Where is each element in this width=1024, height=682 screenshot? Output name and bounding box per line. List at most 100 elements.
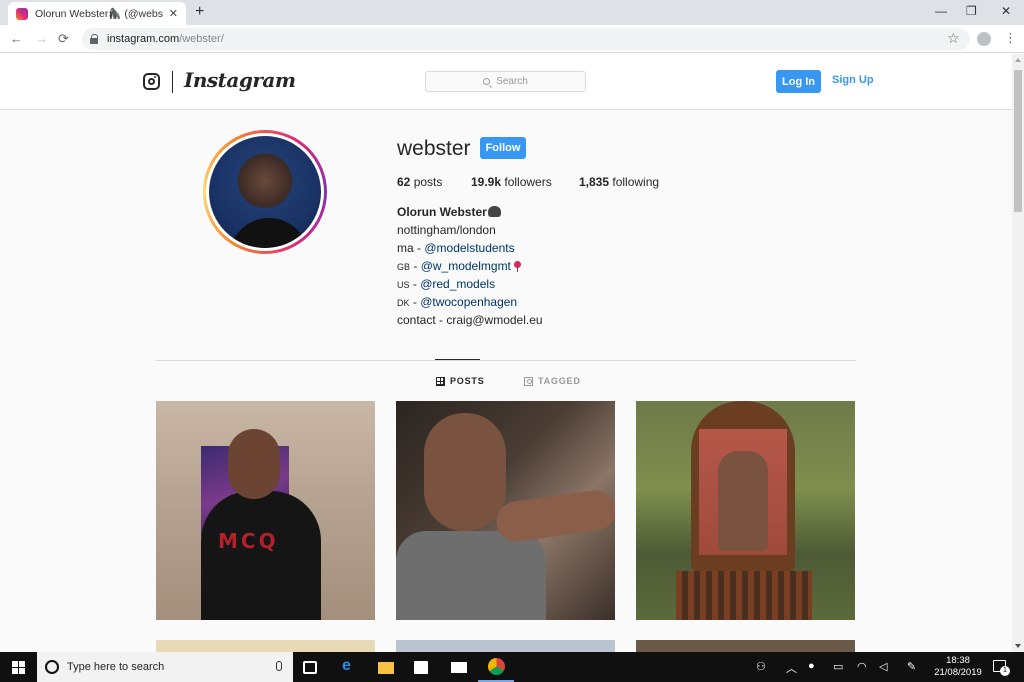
browser-profile-icon[interactable]: [977, 32, 991, 46]
post-thumbnail[interactable]: [156, 640, 375, 652]
clock-date: 21/08/2019: [934, 667, 982, 678]
post-chair: [676, 571, 812, 620]
post-shirt-text: MCQ: [218, 529, 279, 553]
bio-prefix: ma -: [397, 241, 425, 255]
profile-full-name: Olorun Webster: [397, 205, 501, 219]
file-explorer-icon[interactable]: [378, 662, 394, 674]
posts-label: posts: [413, 175, 443, 189]
bio-agency-gb: GB - @w_modelmgmt: [397, 259, 521, 273]
notification-count: 1: [1000, 666, 1010, 676]
search-placeholder: Search: [496, 76, 528, 87]
bio-agency-us: US - @red_models: [397, 277, 495, 291]
windows-taskbar: Type here to search e ⚇ ︿ ● ▭ ◠ ◁ ✎ 18:3…: [0, 652, 1024, 682]
tab-title: Olorun Webster🦍 (@webster) •: [35, 8, 163, 20]
mention-w-modelmgmt[interactable]: @w_modelmgmt: [421, 259, 511, 273]
flag-gb: GB: [397, 262, 411, 272]
tab-close-icon[interactable]: ✕: [169, 7, 178, 20]
edge-icon[interactable]: e: [342, 657, 358, 674]
windows-start-icon[interactable]: [12, 661, 25, 674]
url-path: /webster/: [179, 33, 224, 45]
scroll-up-icon[interactable]: [1015, 58, 1021, 62]
posts-count-stat: 62 posts: [397, 175, 442, 189]
mail-icon[interactable]: [451, 662, 467, 673]
posts-count: 62: [397, 175, 411, 189]
bio-separator: -: [410, 259, 421, 273]
browser-toolbar: ← → ⟳ instagram.com/webster/ ☆ ⋮: [0, 25, 1024, 53]
post-thumbnail[interactable]: [636, 640, 855, 652]
profile-avatar[interactable]: [203, 130, 327, 254]
pin-icon: [513, 261, 521, 272]
bio-location: nottingham/london: [397, 223, 496, 237]
tray-chevron-icon[interactable]: ︿: [786, 660, 797, 676]
browser-tab[interactable]: Olorun Webster🦍 (@webster) • ✕: [8, 2, 186, 25]
browser-menu-icon[interactable]: ⋮: [1004, 30, 1017, 46]
chrome-icon[interactable]: [488, 658, 505, 675]
wifi-icon[interactable]: ◠: [857, 660, 867, 673]
tab-tagged[interactable]: TAGGED: [524, 376, 581, 386]
post-thumbnail[interactable]: [636, 401, 855, 620]
store-icon[interactable]: [414, 661, 428, 674]
scroll-down-icon[interactable]: [1015, 644, 1021, 648]
url-host: instagram.com: [107, 33, 180, 45]
post-thumbnail[interactable]: [396, 401, 615, 620]
scroll-thumb[interactable]: [1014, 70, 1022, 212]
tray-app-icon[interactable]: ●: [808, 660, 815, 672]
bio-agency-dk: DK - @twocopenhagen: [397, 295, 517, 309]
full-name-text: Olorun Webster: [397, 205, 487, 219]
close-window-icon[interactable]: ✕: [1001, 4, 1011, 18]
instagram-camera-icon[interactable]: [143, 73, 160, 90]
bio-contact: contact - craig@wmodel.eu: [397, 313, 543, 327]
taskbar-search-input[interactable]: Type here to search: [37, 652, 293, 682]
restore-icon[interactable]: ❐: [966, 4, 977, 18]
forward-icon[interactable]: →: [35, 31, 48, 46]
followers-label: followers: [504, 175, 552, 189]
page-scrollbar[interactable]: [1012, 54, 1024, 652]
mention-twocopenhagen[interactable]: @twocopenhagen: [420, 295, 517, 309]
battery-icon[interactable]: ▭: [833, 660, 843, 673]
followers-count: 19.9k: [471, 175, 502, 189]
following-count: 1,835: [579, 175, 610, 189]
follow-button[interactable]: Follow: [480, 137, 526, 159]
flag-dk: DK: [397, 298, 410, 308]
new-tab-button[interactable]: +: [195, 3, 204, 21]
post-thumbnail[interactable]: MCQ: [156, 401, 375, 620]
bookmark-star-icon[interactable]: ☆: [947, 30, 960, 47]
volume-icon[interactable]: ◁: [879, 660, 887, 673]
task-view-icon[interactable]: [303, 661, 317, 674]
post-body: [396, 531, 546, 620]
following-stat[interactable]: 1,835 following: [579, 175, 659, 189]
tab-posts-label: POSTS: [450, 376, 485, 386]
tagged-icon: [524, 376, 533, 386]
instagram-wordmark[interactable]: Instagram: [184, 68, 296, 92]
flag-us: US: [397, 280, 410, 290]
minimize-icon[interactable]: —: [935, 4, 947, 18]
people-icon[interactable]: ⚇: [756, 660, 766, 673]
address-bar[interactable]: instagram.com/webster/: [82, 28, 970, 50]
mention-modelstudents[interactable]: @modelstudents: [424, 241, 514, 255]
grid-icon: [436, 376, 445, 386]
post-head: [424, 413, 506, 531]
pen-icon[interactable]: ✎: [907, 660, 916, 673]
avatar-photo: [209, 136, 321, 248]
signup-link[interactable]: Sign Up: [832, 74, 874, 86]
search-icon: [483, 78, 491, 85]
bio-separator: -: [409, 277, 421, 291]
bio-separator: -: [409, 295, 421, 309]
tab-posts[interactable]: POSTS: [436, 376, 485, 386]
instagram-favicon-icon: [16, 7, 28, 20]
post-thumbnail[interactable]: [396, 640, 615, 652]
logo-divider: [172, 71, 173, 93]
back-icon[interactable]: ←: [10, 31, 23, 46]
followers-stat[interactable]: 19.9k followers: [471, 175, 552, 189]
taskbar-clock[interactable]: 18:38 21/08/2019: [928, 655, 988, 679]
reload-icon[interactable]: ⟳: [58, 31, 69, 47]
cortana-icon: [45, 660, 59, 674]
search-input[interactable]: Search: [425, 71, 586, 92]
avatar-border: [206, 133, 324, 251]
browser-tab-strip: Olorun Webster🦍 (@webster) • ✕ + — ❐ ✕: [0, 0, 1024, 25]
lock-icon: [90, 34, 99, 44]
following-label: following: [612, 175, 660, 189]
microphone-icon[interactable]: [276, 661, 282, 671]
login-button[interactable]: Log In: [776, 70, 821, 93]
mention-red-models[interactable]: @red_models: [420, 277, 495, 291]
